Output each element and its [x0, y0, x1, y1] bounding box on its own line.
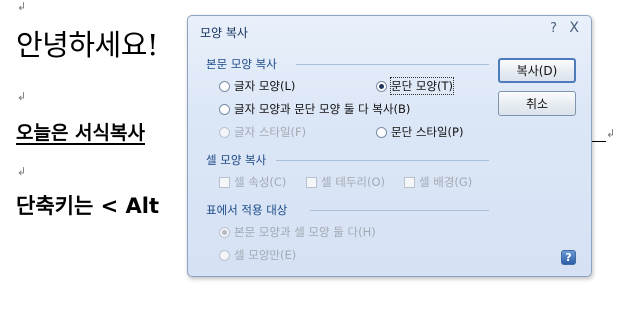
radio-label: 글자 모양(L) [234, 79, 296, 93]
radio-circle-icon[interactable] [219, 103, 230, 115]
radio-table-both[interactable]: 본문 모양과 셀 모양 둘 다(H) [219, 224, 376, 240]
checkbox-label: 셀 테두리(O) [321, 175, 385, 189]
radio-both-shapes[interactable]: 글자 모양과 문단 모양 둘 다 복사(B) [219, 101, 410, 117]
checkbox-cell-border[interactable]: 셀 테두리(O) [306, 174, 385, 190]
dialog-title: 모양 복사 [200, 26, 248, 40]
doc-line-1: 안녕하세요! [16, 28, 159, 62]
paragraph-mark: ↲ [17, 90, 27, 103]
group-divider [310, 210, 489, 211]
dialog-titlebar[interactable]: 모양 복사 ? X [188, 16, 591, 44]
radio-label: 셀 모양만(E) [234, 248, 297, 262]
paragraph-mark: ↲ [17, 0, 27, 13]
checkbox-icon[interactable] [219, 176, 230, 188]
checkbox-cell-attr[interactable]: 셀 속성(C) [219, 174, 286, 190]
radio-table-cell-only[interactable]: 셀 모양만(E) [219, 247, 296, 263]
radio-label: 글자 모양과 문단 모양 둘 다 복사(B) [234, 102, 411, 116]
group-divider [296, 64, 489, 65]
radio-circle-icon[interactable] [219, 226, 230, 238]
doc-line-3: 단축키는 < Alt [16, 194, 159, 218]
radio-circle-icon[interactable] [376, 80, 387, 92]
help-button-icon[interactable]: ? [561, 250, 576, 265]
paragraph-mark: ↲ [17, 165, 27, 178]
doc-line-2: 오늘은 서식복사 [16, 122, 145, 144]
group-label-cell: 셀 모양 복사 [206, 153, 267, 167]
radio-label: 글자 스타일(F) [234, 125, 307, 139]
radio-label: 본문 모양과 셀 모양 둘 다(H) [234, 225, 376, 239]
paragraph-mark: ↲ [606, 127, 616, 140]
checkbox-label: 셀 배경(G) [419, 175, 473, 189]
group-divider [276, 160, 489, 161]
radio-char-style[interactable]: 글자 스타일(F) [219, 124, 306, 140]
group-label-table: 표에서 적용 대상 [206, 203, 288, 217]
close-icon[interactable]: X [569, 20, 579, 36]
cancel-button[interactable]: 취소 [498, 91, 576, 116]
checkbox-icon[interactable] [306, 176, 317, 188]
group-label-paragraph: 본문 모양 복사 [206, 57, 277, 71]
radio-para-shape[interactable]: 문단 모양(T) [376, 77, 454, 95]
radio-circle-icon[interactable] [219, 126, 230, 138]
copy-button[interactable]: 복사(D) [498, 58, 576, 83]
radio-label: 문단 모양(T) [390, 77, 454, 95]
radio-label: 문단 스타일(P) [391, 125, 464, 139]
underline-tail [592, 141, 606, 142]
radio-circle-icon[interactable] [219, 249, 230, 261]
radio-circle-icon[interactable] [376, 126, 387, 138]
checkbox-label: 셀 속성(C) [234, 175, 287, 189]
format-copy-dialog: 모양 복사 ? X 본문 모양 복사 글자 모양(L) 문단 모양(T) 글자 … [187, 15, 592, 277]
radio-circle-icon[interactable] [219, 80, 230, 92]
radio-char-shape[interactable]: 글자 모양(L) [219, 78, 295, 94]
checkbox-cell-background[interactable]: 셀 배경(G) [404, 174, 472, 190]
radio-para-style[interactable]: 문단 스타일(P) [376, 124, 463, 140]
checkbox-icon[interactable] [404, 176, 415, 188]
help-icon[interactable]: ? [550, 21, 557, 36]
